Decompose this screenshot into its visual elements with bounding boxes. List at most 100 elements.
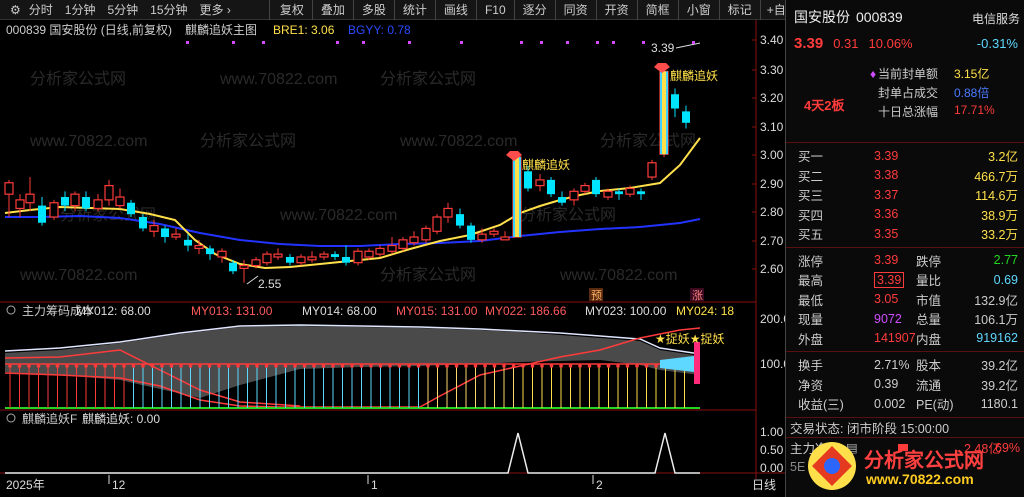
btn-overlay[interactable]: 叠加 (321, 1, 345, 18)
panel-settings-icon[interactable] (6, 305, 16, 315)
candle-body-down (671, 94, 679, 109)
chart-header-bre1: BRE1: 3.06 (273, 23, 335, 37)
stats-row: 最低 3.05 市值 132.9亿 (786, 290, 1024, 310)
chip-dot (378, 364, 383, 368)
chip-dot (236, 364, 240, 368)
btn-zhufen[interactable]: 逐分 (523, 1, 547, 18)
stat-label: 净资 (798, 378, 824, 393)
stats-table: 涨停 3.39 跌停 2.77 最高 3.39 量比 0.69 最低 3.05 市值… (786, 248, 1024, 352)
price-tick: 2.80 (760, 205, 784, 219)
candle-body-up (70, 193, 80, 207)
limit-up-candle-core (515, 157, 519, 237)
period-toolbar: ⚙ 分时 1分钟 5分钟 15分钟 更多 › 复权 叠加 多股 统计 画线 F1… (0, 0, 837, 20)
chip-dot (150, 364, 155, 368)
stat-value: 2.71% (874, 357, 910, 372)
candle-body-up (104, 185, 114, 201)
chip-dot (530, 364, 535, 368)
btn-draw[interactable]: 画线 (444, 1, 468, 18)
btn-tongzi[interactable]: 同资 (564, 1, 588, 18)
signal-line (5, 432, 700, 474)
candle-body-down (139, 217, 147, 229)
btn-fuquan[interactable]: 复权 (280, 1, 304, 18)
book-price: 3.37 (874, 187, 899, 202)
panel-settings-icon[interactable] (6, 413, 16, 423)
candle-body-up (489, 230, 499, 235)
candle-body-up (239, 264, 249, 269)
chip-dot (625, 364, 630, 368)
chip-dot (122, 364, 126, 368)
signal-label: 麒麟追妖 (522, 157, 570, 172)
stats-row: 最高 3.39 量比 0.69 (786, 270, 1024, 290)
watermark-url: www.70822.com (19, 267, 137, 284)
chip-dot (445, 364, 449, 368)
btn-f10[interactable]: F10 (485, 3, 506, 17)
btn-jiankuang[interactable]: 简框 (646, 1, 670, 18)
chip-dot (331, 364, 335, 368)
watermark-url: www.70822.com (29, 133, 147, 150)
candle-body-down (592, 179, 600, 195)
chip-dot (226, 364, 231, 368)
sector-button[interactable]: 电信服务 (972, 10, 1020, 27)
candle-body-up (398, 239, 408, 250)
chip-dot (578, 364, 582, 368)
candle-body-down (127, 202, 135, 215)
stat-value: 39.2亿 (981, 378, 1018, 393)
btn-xiaochuang[interactable]: 小窗 (687, 1, 711, 18)
tab-fenshi[interactable]: 分时 (29, 1, 53, 18)
chip-dot (255, 364, 259, 368)
chip-dot (17, 364, 22, 368)
stats-row: 换手 2.71% 股本 39.2亿 (786, 355, 1024, 375)
watermark-text: 分析家公式网 (600, 132, 696, 150)
chip-dot (340, 364, 345, 368)
annot-high-arrow (675, 42, 701, 49)
chip-dot (426, 364, 430, 368)
stat-value: 2.77 (993, 253, 1018, 268)
chart-area[interactable]: 分析家公式网 www.70822.com 分析家公式网 www.70822.co… (0, 20, 785, 497)
bottom-tick-05: 0.50 (760, 443, 784, 457)
candle-body-up (569, 190, 579, 201)
price-tick: 3.30 (760, 63, 784, 77)
chart-header-code: 000839 国安股份 (日线,前复权) (6, 22, 172, 37)
stat-label: 收益(三) (798, 398, 844, 413)
chip-dot (568, 364, 573, 368)
btn-mark[interactable]: 标记 (728, 1, 752, 18)
candle-body-up (603, 190, 613, 198)
sector-change: -0.31% (976, 35, 1018, 51)
chip-dot (654, 364, 658, 368)
mid-tick-200: 200.0 (760, 312, 785, 326)
book-row: 买五 3.35 33.2万 (786, 224, 1024, 244)
bottom-tick-0: 0.00 (760, 461, 784, 475)
chip-dot (84, 364, 88, 368)
tab-more[interactable]: 更多 › (200, 1, 231, 18)
chip-dot (169, 364, 174, 368)
seal-amount-label: 当前封单额 (878, 67, 939, 81)
settings-icon[interactable]: ⚙ (10, 3, 21, 17)
tab-15min[interactable]: 15分钟 (150, 1, 187, 18)
btn-multi[interactable]: 多股 (362, 1, 386, 18)
more-text: 5E (790, 460, 806, 475)
chip-dot (160, 364, 164, 368)
chip-dot (435, 364, 440, 368)
btn-stats[interactable]: 统计 (403, 1, 427, 18)
candle-body-up (477, 233, 487, 241)
candle-body-up (251, 259, 261, 267)
chip-dot (369, 364, 373, 368)
candle-body-down (229, 262, 237, 272)
date-label: 2025年 (6, 478, 45, 492)
legend-item: MY023: 100.00 (585, 304, 667, 318)
btn-kaizi[interactable]: 开资 (605, 1, 629, 18)
order-book: 买一 3.39 3.2亿 买二 3.38 466.7万 买三 3.37 114.6万… (786, 143, 1024, 247)
chart-header-formula[interactable]: 麒麟追妖主图 (185, 22, 257, 37)
mid-panel-legend: MY012: 68.00 MY013: 131.00 MY014: 68.00 MY0… (76, 304, 734, 318)
tab-5min[interactable]: 5分钟 (107, 1, 138, 18)
book-row: 买一 3.39 3.2亿 (786, 146, 1024, 166)
seal-amount: 3.15亿 (954, 67, 990, 81)
stat-label: 现量 (798, 313, 824, 328)
chart-header-bgyy: BGYY: 0.78 (348, 23, 411, 37)
chip-dot (587, 364, 592, 368)
candle-body-down (331, 254, 339, 257)
candle-body-up (387, 244, 397, 252)
tab-1min[interactable]: 1分钟 (65, 1, 96, 18)
stat-label: 换手 (798, 359, 824, 374)
chip-dot (217, 364, 221, 368)
